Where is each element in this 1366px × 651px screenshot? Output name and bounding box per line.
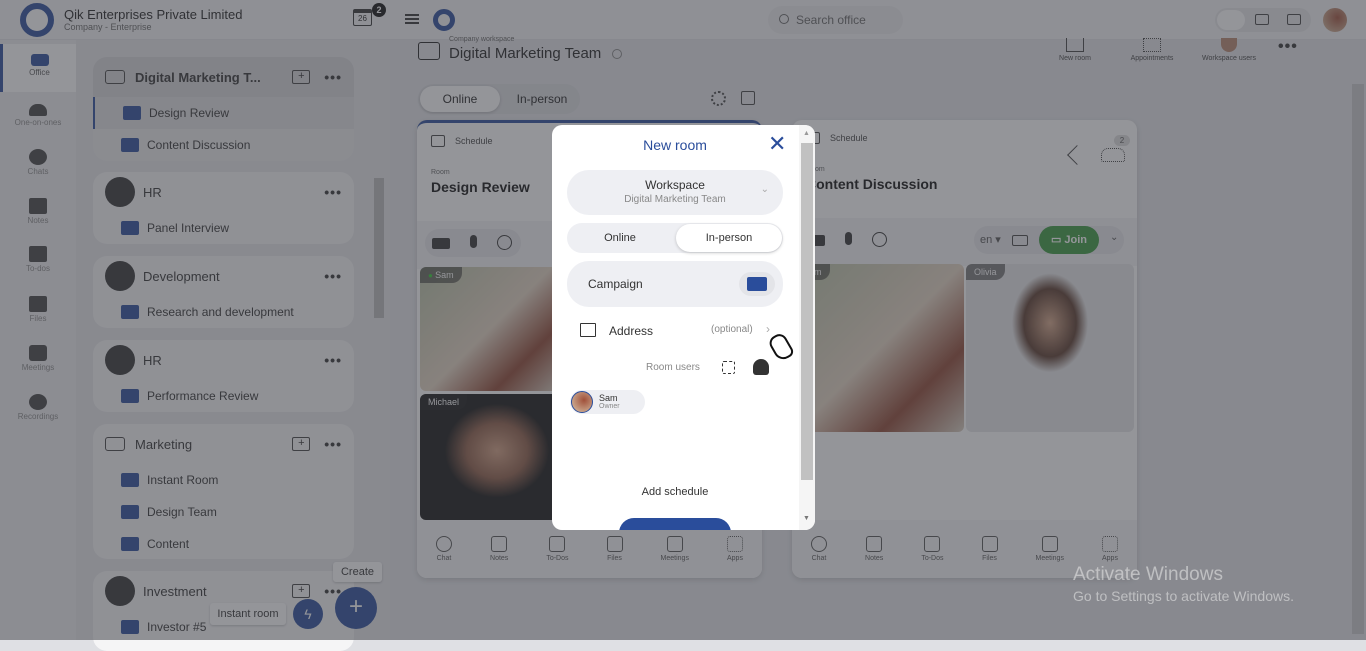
chevron-right-icon: › (766, 322, 770, 336)
dialog-title: New room (643, 137, 707, 153)
add-user-icon[interactable] (753, 359, 769, 375)
add-schedule-link[interactable]: Add schedule (552, 486, 798, 498)
room-color-picker[interactable] (739, 272, 775, 296)
create-room-button[interactable] (619, 518, 731, 530)
address-label: Address (609, 324, 654, 338)
dialog-scrollbar[interactable]: ▲ ▼ (799, 125, 815, 530)
workspace-select[interactable]: Workspace Digital Marketing Team ⌄ (567, 170, 783, 215)
mode-toggle: Online In-person (567, 223, 783, 253)
user-chip[interactable]: Sam Owner (570, 390, 645, 414)
user-role: Owner (599, 403, 620, 410)
scan-qr-icon[interactable] (722, 361, 735, 374)
scroll-down-icon[interactable]: ▼ (803, 515, 810, 522)
address-row[interactable]: Address (optional) › (580, 322, 775, 342)
workspace-label: Workspace (645, 178, 705, 192)
room-name-value: Campaign (588, 277, 643, 291)
scroll-up-icon[interactable]: ▲ (803, 130, 810, 137)
workspace-value: Digital Marketing Team (624, 194, 726, 205)
new-room-dialog: New room ✕ Workspace Digital Marketing T… (552, 125, 815, 530)
address-hint: (optional) (711, 324, 753, 335)
mode-online[interactable]: Online (567, 223, 673, 253)
user-name: Sam (599, 393, 618, 403)
windows-watermark-subtitle: Go to Settings to activate Windows. (1073, 588, 1294, 604)
room-name-field[interactable]: Campaign (567, 261, 783, 307)
windows-watermark-title: Activate Windows (1073, 564, 1223, 585)
close-icon[interactable]: ✕ (768, 133, 786, 155)
user-avatar (571, 391, 593, 413)
room-users-label: Room users (646, 362, 700, 373)
scroll-thumb[interactable] (801, 143, 813, 480)
chevron-down-icon: ⌄ (760, 184, 769, 195)
mode-in-person[interactable]: In-person (676, 224, 782, 252)
map-icon (580, 323, 596, 337)
